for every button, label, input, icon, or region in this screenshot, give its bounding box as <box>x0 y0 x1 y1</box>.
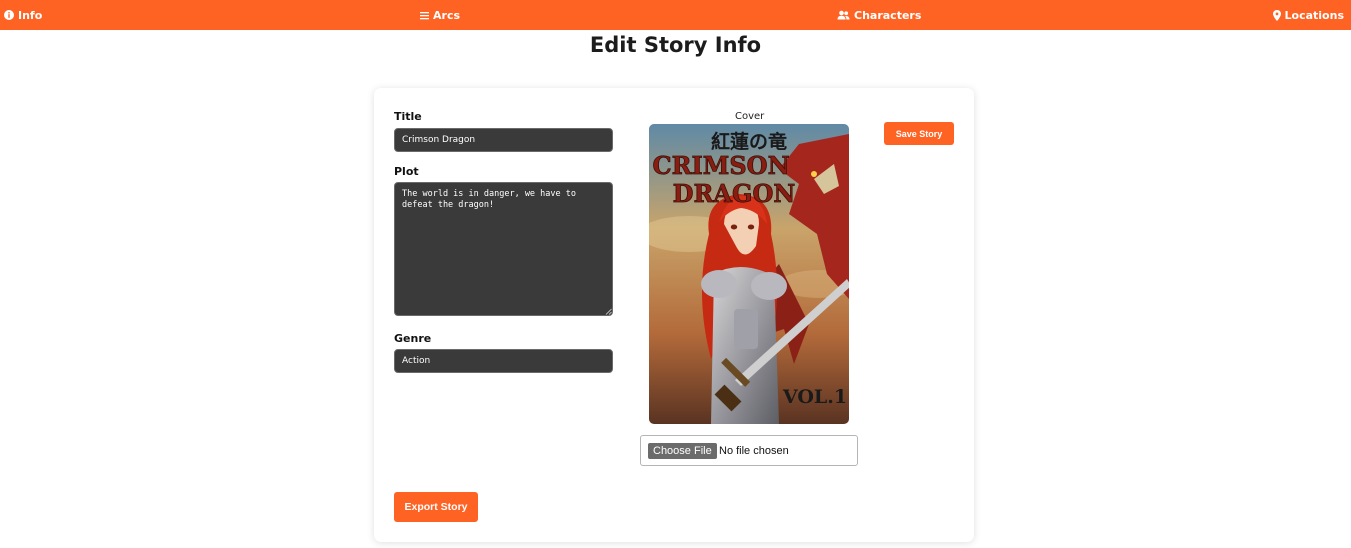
export-story-button[interactable]: Export Story <box>394 492 478 522</box>
plot-label: Plot <box>394 165 419 178</box>
nav-item-characters[interactable]: Characters <box>837 0 921 30</box>
cover-jp-title: 紅蓮の竜 <box>711 130 787 153</box>
cover-volume: VOL.1 <box>782 386 847 408</box>
nav-item-label: Characters <box>854 8 922 22</box>
nav-item-locations[interactable]: Locations <box>1272 0 1344 30</box>
choose-file-button[interactable]: Choose File <box>648 443 717 459</box>
title-input[interactable] <box>394 128 613 152</box>
page-title: Edit Story Info <box>589 33 762 57</box>
cover-title-line2: DRAGON <box>673 179 796 208</box>
nav-item-arcs[interactable]: Arcs <box>420 0 460 30</box>
file-status-text: No file chosen <box>719 445 789 457</box>
genre-input[interactable] <box>394 349 613 373</box>
plot-textarea[interactable]: The world is in danger, we have to defea… <box>394 182 613 316</box>
story-info-card: Title Plot The world is in danger, we ha… <box>374 88 974 542</box>
nav-item-label: Locations <box>1284 8 1344 22</box>
nav-item-label: Arcs <box>433 8 461 22</box>
bars-icon <box>420 11 429 20</box>
map-pin-icon <box>1272 9 1281 21</box>
info-circle-icon <box>4 10 14 20</box>
nav-item-label: Info <box>18 8 43 22</box>
title-label: Title <box>394 110 422 123</box>
nav-item-info[interactable]: Info <box>4 0 42 30</box>
resize-grip-icon[interactable] <box>604 307 612 315</box>
cover-image: 紅蓮の竜 CRIMSON DRAGON VOL.1 <box>649 124 849 424</box>
save-story-button[interactable]: Save Story <box>884 122 954 145</box>
top-nav: Info Arcs Characters Locations <box>0 0 1351 30</box>
cover-file-input[interactable]: Choose File No file chosen <box>640 435 858 466</box>
genre-label: Genre <box>394 332 432 345</box>
cover-title-line1: CRIMSON <box>652 151 789 180</box>
cover-label: Cover <box>735 111 765 122</box>
users-icon <box>837 10 850 20</box>
